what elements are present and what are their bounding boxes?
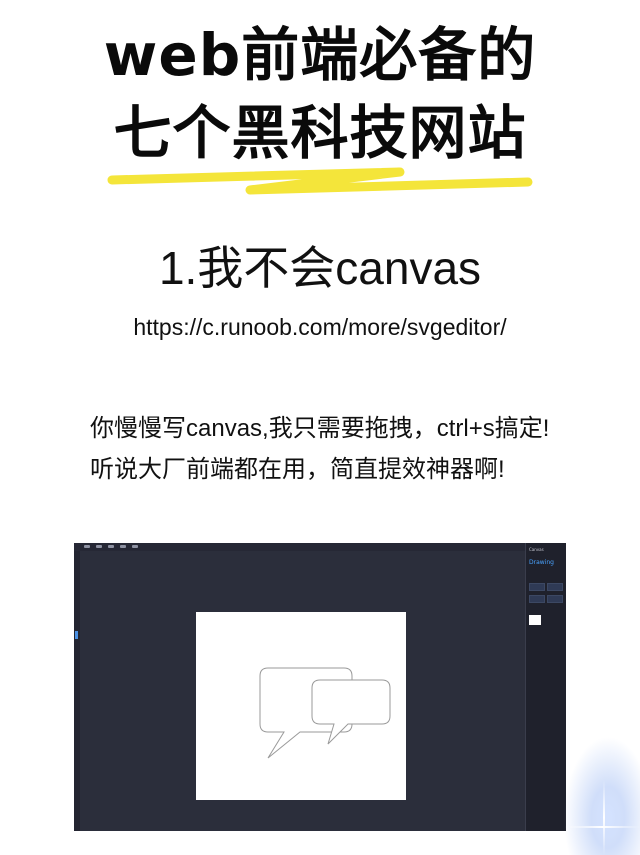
y-field[interactable] bbox=[547, 595, 563, 603]
light-flare bbox=[560, 730, 640, 855]
description-text: 你慢慢写canvas,我只需要拖拽，ctrl+s搞定!听说大厂前端都在用，简直提… bbox=[90, 415, 550, 483]
menu-item-icon[interactable] bbox=[84, 545, 90, 548]
panel-tab-drawing[interactable]: Drawing bbox=[529, 557, 559, 569]
svg-editor-screenshot: Canvas Drawing bbox=[74, 543, 566, 831]
headline-line-1: web前端必备的 bbox=[103, 21, 537, 89]
section-title: 1.我不会canvas bbox=[158, 242, 482, 294]
highlight-scribble bbox=[107, 167, 533, 195]
panel-title: Canvas bbox=[529, 547, 544, 552]
menu-item-icon[interactable] bbox=[96, 545, 102, 548]
properties-panel: Canvas Drawing bbox=[525, 543, 566, 831]
select-tool-icon[interactable] bbox=[75, 631, 78, 639]
width-field[interactable] bbox=[529, 583, 545, 591]
headline-line-2: 七个黑科技网站 bbox=[113, 99, 527, 167]
editor-toolbar bbox=[74, 551, 80, 831]
menu-item-icon[interactable] bbox=[132, 545, 138, 548]
menu-item-icon[interactable] bbox=[108, 545, 114, 548]
menu-item-icon[interactable] bbox=[120, 545, 126, 548]
speech-bubbles-icon[interactable] bbox=[196, 612, 406, 800]
drawing-canvas[interactable] bbox=[196, 612, 406, 800]
x-field[interactable] bbox=[529, 595, 545, 603]
sparkle-icon bbox=[603, 780, 605, 855]
fill-color-swatch[interactable] bbox=[529, 615, 541, 625]
height-field[interactable] bbox=[547, 583, 563, 591]
editor-menu-bar bbox=[74, 543, 566, 551]
sparkle-icon bbox=[565, 826, 640, 828]
website-url[interactable]: https://c.runoob.com/more/svgeditor/ bbox=[0, 312, 640, 342]
